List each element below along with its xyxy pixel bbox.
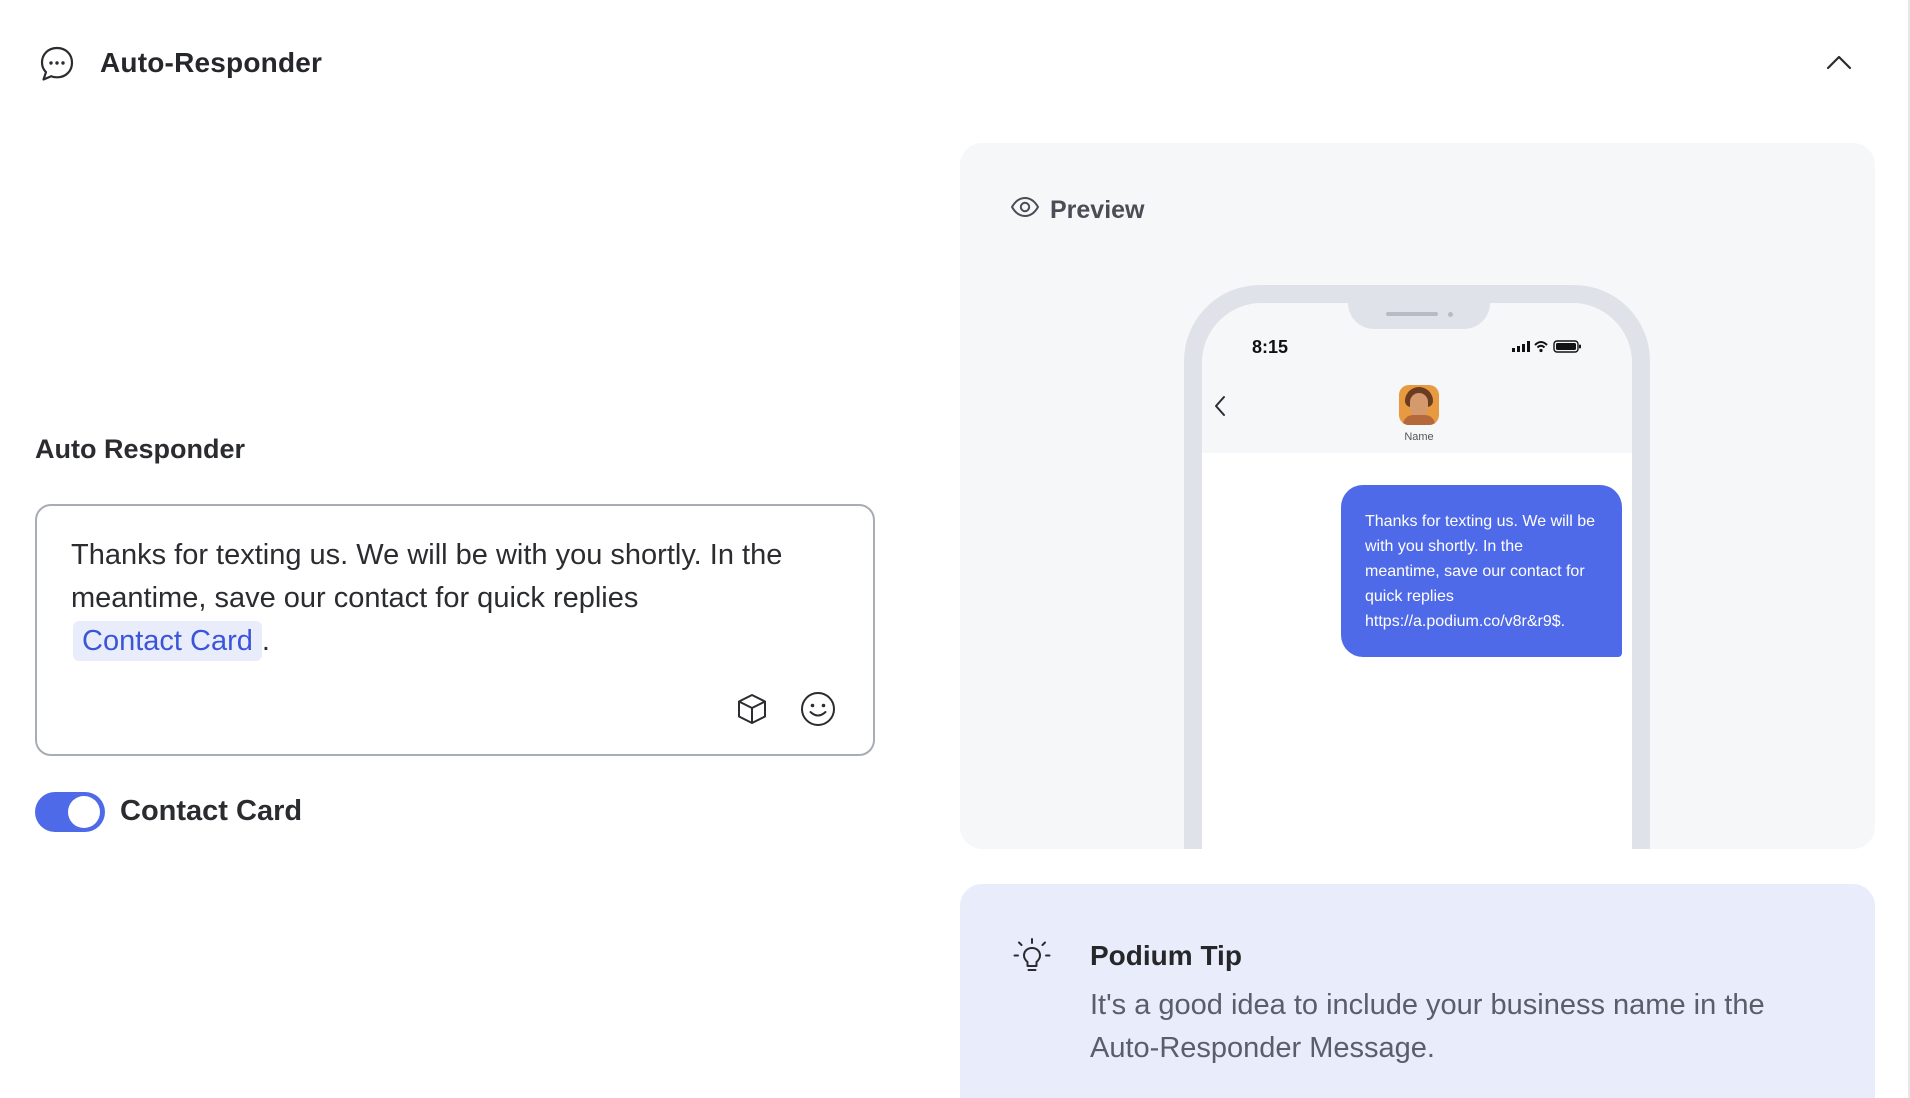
message-body: Thanks for texting us. We will be with y…: [71, 539, 783, 614]
chevron-left-icon[interactable]: [1210, 393, 1230, 419]
contact-card-toggle[interactable]: [35, 792, 105, 832]
tip-panel: Podium Tip It's a good idea to include y…: [960, 884, 1875, 1098]
chat-bubble-icon: [40, 46, 74, 81]
phone-speaker: [1386, 312, 1438, 316]
auto-responder-label: Auto Responder: [35, 434, 246, 464]
message-trailing-punct: .: [261, 625, 270, 657]
status-bar-icons: [1512, 340, 1581, 353]
page-title: Auto-Responder: [100, 47, 323, 78]
phone-notch: [1348, 303, 1490, 329]
avatar-body: [1403, 415, 1435, 425]
preview-title: Preview: [1050, 196, 1145, 224]
tip-title: Podium Tip: [1090, 940, 1242, 971]
contact-name: Name: [1404, 431, 1434, 443]
signal-icon: [1512, 341, 1530, 352]
phone-camera: [1448, 312, 1453, 317]
lightbulb-icon: [1013, 938, 1051, 971]
auto-responder-page: Auto-Responder Auto Responder Thanks for…: [0, 0, 1910, 1098]
message-text[interactable]: Thanks for texting us. We will be with y…: [71, 534, 851, 663]
battery-icon: [1553, 340, 1581, 353]
emoji-icon[interactable]: [799, 690, 837, 728]
message-editor[interactable]: Thanks for texting us. We will be with y…: [35, 504, 875, 756]
avatar-face: [1410, 393, 1428, 417]
phone-screen: 8:15 Name Thanks for texting us. We will…: [1202, 303, 1632, 849]
wifi-icon: [1534, 341, 1548, 353]
status-time: 8:15: [1252, 337, 1289, 357]
contact-card-toggle-label: Contact Card: [120, 795, 303, 827]
tip-body: It's a good idea to include your busines…: [1090, 989, 1765, 1064]
contact-card-chip[interactable]: Contact Card: [73, 621, 262, 661]
avatar: [1399, 385, 1439, 425]
chevron-up-icon: [1826, 55, 1852, 70]
phone-mockup: 8:15 Name Thanks for texting us. We will…: [1184, 285, 1650, 849]
collapse-button[interactable]: [1820, 44, 1858, 80]
message-bubble: Thanks for texting us. We will be with y…: [1341, 485, 1622, 657]
toggle-knob: [68, 796, 100, 828]
eye-icon: [1011, 197, 1039, 217]
preview-panel: Preview 8:15 Name Thanks for texting us.…: [960, 143, 1875, 849]
box-icon[interactable]: [734, 691, 770, 727]
